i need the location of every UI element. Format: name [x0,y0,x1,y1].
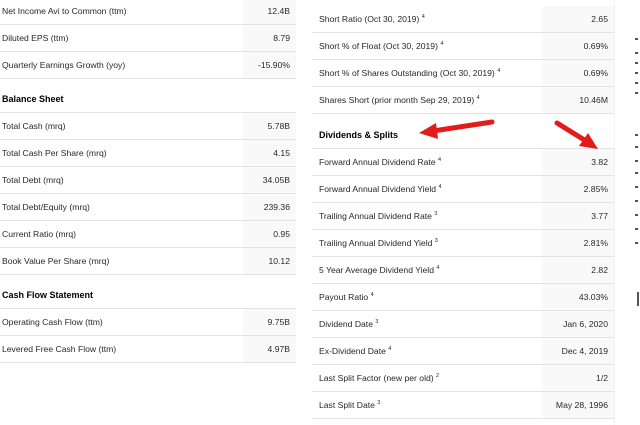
row-value: 0.95 [273,229,290,239]
row-label: Forward Annual Dividend Yield 4 [319,184,442,194]
table-row: Payout Ratio 4 43.03% [312,284,614,311]
row-value: 9.75B [267,317,290,327]
row-value: 3.82 [591,157,608,167]
table-row: Short % of Shares Outstanding (Oct 30, 2… [312,60,614,87]
row-label: Total Debt (mrq) [2,175,64,185]
row-label: Payout Ratio 4 [319,292,374,302]
table-row: Net Income Avi to Common (ttm) 12.4B [0,0,296,25]
row-label: Total Cash Per Share (mrq) [2,148,107,158]
table-row: Total Cash (mrq) 5.78B [0,113,296,140]
row-label: Current Ratio (mrq) [2,229,77,239]
row-label: Short Ratio (Oct 30, 2019) 4 [319,14,425,24]
table-row: Last Split Factor (new per old) 2 1/2 [312,365,614,392]
row-value: May 28, 1996 [555,400,608,410]
row-label: Levered Free Cash Flow (ttm) [2,344,117,354]
table-row: Quarterly Earnings Growth (yoy) -15.90% [0,52,296,79]
cash-flow-heading: Cash Flow Statement [0,282,296,309]
row-label: Total Cash (mrq) [2,121,66,131]
footnote-marker: 4 [388,346,392,353]
row-value: 34.05B [262,175,290,185]
balance-sheet-heading: Balance Sheet [0,86,296,113]
footnote-marker: 3 [434,211,438,218]
footnote-marker: 4 [438,184,442,191]
row-value: Jan 6, 2020 [563,319,608,329]
row-label: Last Split Date 3 [319,400,381,410]
table-row: Short % of Float (Oct 30, 2019) 4 0.69% [312,33,614,60]
footnote-marker: 4 [476,95,480,102]
footnote-marker: 3 [375,319,379,326]
table-row: Total Debt (mrq) 34.05B [0,167,296,194]
table-row: Total Cash Per Share (mrq) 4.15 [0,140,296,167]
table-row: Trailing Annual Dividend Rate 3 3.77 [312,203,614,230]
row-value: 12.4B [267,6,290,16]
row-value: 239.36 [263,202,290,212]
row-value: 4.97B [267,344,290,354]
row-value: Dec 4, 2019 [561,346,608,356]
table-row: Last Split Date 3 May 28, 1996 [312,392,614,419]
table-row: Trailing Annual Dividend Yield 3 2.81% [312,230,614,257]
row-value: 2.82 [591,265,608,275]
row-value: 1/2 [596,373,608,383]
row-label: Diluted EPS (ttm) [2,33,69,43]
row-value: 3.77 [591,211,608,221]
row-value: 8.79 [273,33,290,43]
footnote-marker: 3 [377,400,381,407]
footnote-marker: 3 [434,238,438,245]
row-label: Last Split Factor (new per old) 2 [319,373,440,383]
table-row: Book Value Per Share (mrq) 10.12 [0,248,296,275]
cropped-side-panel [614,0,640,425]
row-value: 0.69% [583,68,608,78]
row-value: 4.15 [273,148,290,158]
row-label: Forward Annual Dividend Rate 4 [319,157,442,167]
row-label: Operating Cash Flow (ttm) [2,317,103,327]
table-row: Total Debt/Equity (mrq) 239.36 [0,194,296,221]
footnote-marker: 2 [436,373,440,380]
table-row: Ex-Dividend Date 4 Dec 4, 2019 [312,338,614,365]
table-row: Forward Annual Dividend Rate 4 3.82 [312,149,614,176]
footnote-marker: 4 [437,157,442,164]
footnote-marker: 4 [370,292,374,299]
table-row: Operating Cash Flow (ttm) 9.75B [0,309,296,336]
row-label: Quarterly Earnings Growth (yoy) [2,60,126,70]
row-label: Trailing Annual Dividend Yield 3 [319,238,438,248]
table-row: Forward Annual Dividend Yield 4 2.85% [312,176,614,203]
row-value: 2.81% [583,238,608,248]
footnote-marker: 4 [497,68,501,75]
row-value: 10.12 [268,256,290,266]
row-label: 5 Year Average Dividend Yield 4 [319,265,440,275]
footnote-marker: 4 [440,41,444,48]
table-row: Current Ratio (mrq) 0.95 [0,221,296,248]
row-value: 10.46M [579,95,608,105]
row-label: Shares Short (prior month Sep 29, 2019) … [319,95,480,105]
row-label: Short % of Float (Oct 30, 2019) 4 [319,41,444,51]
row-label: Short % of Shares Outstanding (Oct 30, 2… [319,68,501,78]
row-label: Book Value Per Share (mrq) [2,256,110,266]
section-title: Balance Sheet [2,94,64,104]
table-row: Diluted EPS (ttm) 8.79 [0,25,296,52]
row-value: 2.85% [583,184,608,194]
table-row: Levered Free Cash Flow (ttm) 4.97B [0,336,296,363]
table-row: Dividend Date 3 Jan 6, 2020 [312,311,614,338]
dividends-splits-heading: Dividends & Splits [312,122,614,149]
section-title: Cash Flow Statement [2,290,94,300]
row-label: Dividend Date 3 [319,319,379,329]
row-label: Net Income Avi to Common (ttm) [2,6,127,16]
footnote-marker: 4 [436,265,440,272]
table-row: 5 Year Average Dividend Yield 4 2.82 [312,257,614,284]
table-row: Shares Short (prior month Sep 29, 2019) … [312,87,614,114]
section-title: Dividends & Splits [319,130,399,140]
row-label: Total Debt/Equity (mrq) [2,202,90,212]
row-value: 2.65 [591,14,608,24]
row-value: 0.69% [583,41,608,51]
row-label: Ex-Dividend Date 4 [319,346,392,356]
table-row: Short Ratio (Oct 30, 2019) 4 2.65 [312,6,614,33]
row-value: -15.90% [257,60,290,70]
row-value: 5.78B [267,121,290,131]
row-label: Trailing Annual Dividend Rate 3 [319,211,438,221]
row-value: 43.03% [578,292,608,302]
footnote-marker: 4 [421,14,425,21]
